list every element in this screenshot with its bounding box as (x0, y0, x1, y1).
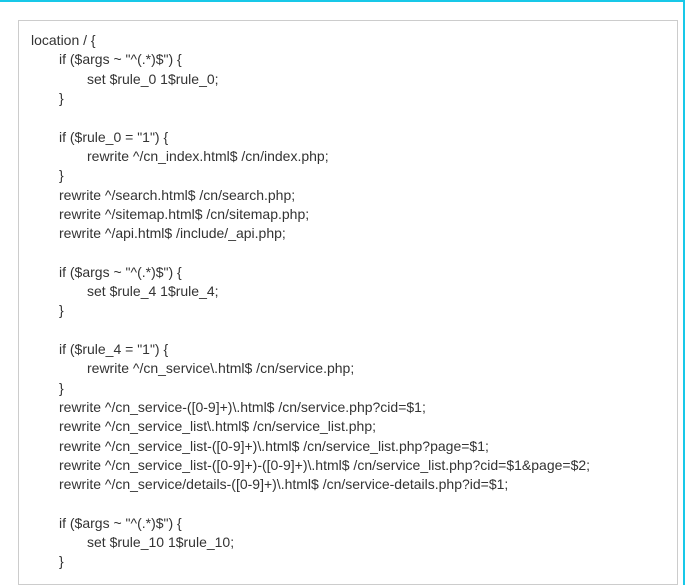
code-line: rewrite ^/cn_service-([0-9]+)\.html$ /cn… (31, 398, 426, 417)
code-line: rewrite ^/cn_service/details-([0-9]+)\.h… (31, 475, 508, 494)
code-line: set $rule_4 1$rule_4; (31, 282, 219, 301)
code-line: } (31, 166, 64, 185)
code-line: } (31, 301, 64, 320)
code-line: } (31, 89, 64, 108)
code-line: } (31, 552, 64, 571)
code-line: rewrite ^/search.html$ /cn/search.php; (31, 186, 295, 205)
code-line: rewrite ^/sitemap.html$ /cn/sitemap.php; (31, 205, 309, 224)
code-line: if ($args ~ "^(.*)$") { (31, 50, 182, 69)
code-line: rewrite ^/cn_service_list\.html$ /cn/ser… (31, 417, 376, 436)
code-line: if ($args ~ "^(.*)$") { (31, 263, 182, 282)
code-line: rewrite ^/cn_index.html$ /cn/index.php; (31, 147, 329, 166)
viewport-frame: location / { if ($args ~ "^(.*)$") { set… (0, 0, 685, 585)
code-block-container: location / { if ($args ~ "^(.*)$") { set… (18, 20, 678, 585)
code-line: rewrite ^/cn_service\.html$ /cn/service.… (31, 359, 354, 378)
code-line: rewrite ^/cn_service_list-([0-9]+)\.html… (31, 437, 489, 456)
code-line: location / { (31, 32, 96, 48)
code-line: if ($rule_0 = "1") { (31, 128, 168, 147)
nginx-config-code: location / { if ($args ~ "^(.*)$") { set… (31, 31, 665, 572)
code-line: if ($rule_4 = "1") { (31, 340, 168, 359)
code-line: rewrite ^/api.html$ /include/_api.php; (31, 224, 286, 243)
code-line: if ($args ~ "^(.*)$") { (31, 514, 182, 533)
code-line: set $rule_0 1$rule_0; (31, 70, 219, 89)
code-line: rewrite ^/cn_service_list-([0-9]+)-([0-9… (31, 456, 590, 475)
code-line: set $rule_10 1$rule_10; (31, 533, 234, 552)
code-line: } (31, 379, 64, 398)
